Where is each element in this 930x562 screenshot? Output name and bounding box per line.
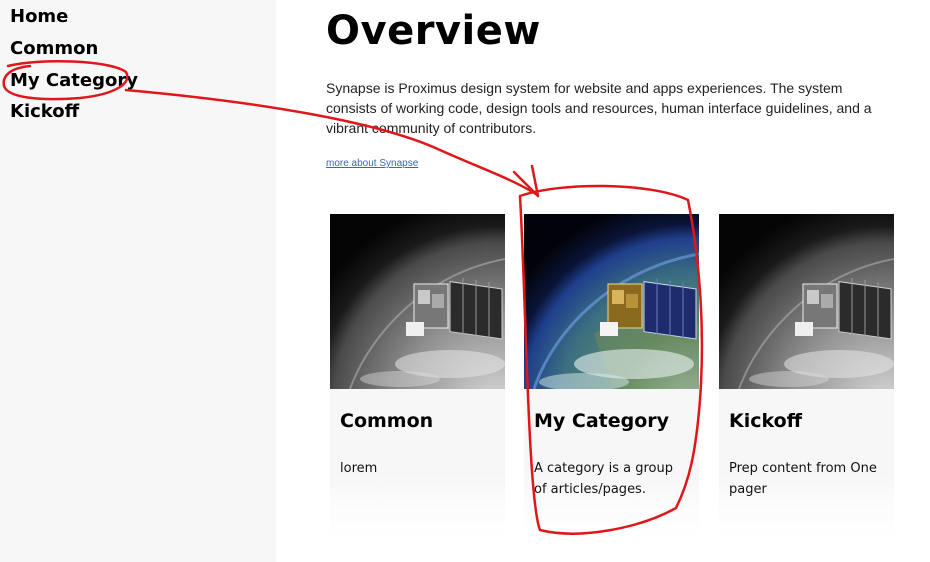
more-about-link[interactable]: more about Synapse	[326, 158, 418, 169]
annotation-arrowhead	[512, 164, 540, 198]
card-common[interactable]: Common lorem	[330, 214, 505, 537]
card-title: My Category	[534, 410, 670, 432]
card-description: Prep content from One pager	[729, 461, 877, 497]
card-title: Kickoff	[729, 410, 803, 432]
page-title: Overview	[326, 8, 541, 54]
satellite-image	[330, 214, 505, 389]
satellite-image	[719, 214, 894, 389]
sidebar-item-my-category[interactable]: My Category	[10, 70, 138, 91]
sidebar-item-kickoff[interactable]: Kickoff	[10, 101, 79, 122]
card-title: Common	[340, 410, 434, 432]
sidebar-item-home[interactable]: Home	[10, 6, 68, 27]
card-description: lorem	[340, 461, 378, 476]
sidebar: Home Common My Category Kickoff	[0, 0, 276, 562]
sidebar-item-common[interactable]: Common	[10, 38, 98, 59]
card-kickoff[interactable]: Kickoff Prep content from One pager	[719, 214, 894, 537]
card-description: A category is a group of articles/pages.	[534, 461, 673, 497]
intro-text: Synapse is Proximus design system for we…	[326, 80, 872, 136]
satellite-image	[524, 214, 699, 389]
card-my-category[interactable]: My Category A category is a group of art…	[524, 214, 699, 537]
